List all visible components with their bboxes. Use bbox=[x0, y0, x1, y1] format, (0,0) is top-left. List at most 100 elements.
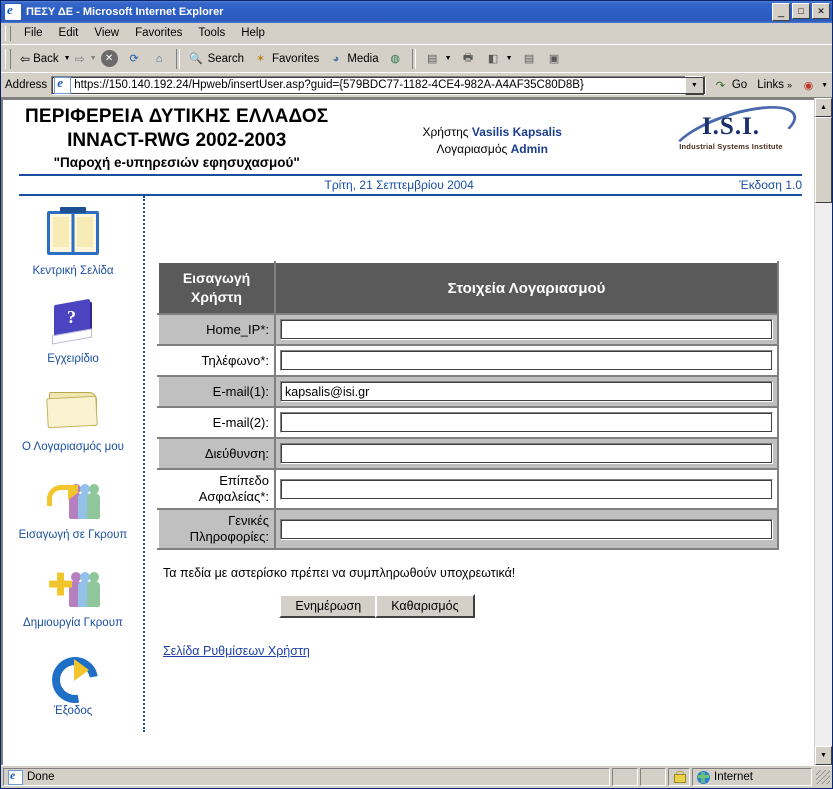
account-name: Admin bbox=[510, 142, 548, 156]
security-level-input[interactable] bbox=[280, 478, 773, 500]
user-form-table: Εισαγωγή Χρήστη Στοιχεία Λογαριασμού Hom… bbox=[157, 261, 779, 550]
history-button[interactable]: ◍ bbox=[383, 48, 408, 69]
web-page: ΠΕΡΙΦΕΡΕΙΑ ΔΥΤΙΚΗΣ ΕΛΛΑΔΟΣ INNACT-RWG 20… bbox=[1, 98, 814, 765]
scrollbar-track[interactable] bbox=[815, 203, 832, 746]
discussion-icon: ▤ bbox=[523, 53, 535, 65]
address-input-field[interactable] bbox=[280, 443, 773, 464]
sidebar-item-home[interactable]: Κεντρική Σελίδα bbox=[3, 204, 143, 278]
submit-button[interactable]: Ενημέρωση bbox=[279, 594, 378, 618]
history-globe-icon: ◍ bbox=[390, 53, 400, 65]
table-row: Γενικές Πληροφορίες: bbox=[157, 508, 779, 550]
address-input[interactable]: https://150.140.192.24/Hpweb/insertUser.… bbox=[74, 79, 685, 91]
links-button[interactable]: Links » bbox=[753, 77, 796, 93]
stop-button[interactable]: ✕ bbox=[97, 48, 122, 69]
resize-grip[interactable] bbox=[816, 770, 830, 784]
go-button[interactable]: ↷ Go bbox=[706, 75, 753, 96]
menu-item-help[interactable]: Help bbox=[233, 25, 273, 41]
maximize-button[interactable]: □ bbox=[792, 3, 810, 19]
sidebar-item-create-group[interactable]: ✚ Δημιουργία Γκρουπ bbox=[3, 556, 143, 630]
table-row: E-mail(2): bbox=[157, 406, 779, 439]
zone-text: Internet bbox=[714, 771, 753, 783]
label-phone: Τηλέφωνο*: bbox=[157, 344, 276, 377]
edit-page-icon: ◧ bbox=[487, 53, 499, 65]
menu-item-edit[interactable]: Edit bbox=[51, 25, 87, 41]
zone-pane: Internet bbox=[692, 768, 812, 786]
forward-dropdown-icon[interactable]: ▼ bbox=[90, 55, 97, 62]
scroll-down-button[interactable]: ▼ bbox=[815, 746, 832, 765]
email-2-input[interactable] bbox=[280, 412, 773, 433]
address-dropdown-icon[interactable]: ▼ bbox=[684, 75, 704, 95]
address-bar: Address https://150.140.192.24/Hpweb/ins… bbox=[1, 72, 832, 97]
mail-dropdown-icon[interactable]: ▼ bbox=[445, 55, 452, 62]
label-general-info: Γενικές Πληροφορίες: bbox=[157, 508, 276, 550]
sidebar-item-add-to-group[interactable]: Εισαγωγή σε Γκρουπ bbox=[3, 468, 143, 542]
toolbar: ⇦ Back ▼ ⇨ ▼ ✕ ⟳ ⌂ 🔍 Search ✶ Favorites … bbox=[1, 44, 832, 72]
status-pane-3 bbox=[640, 768, 666, 786]
field-cell-email-2 bbox=[274, 406, 779, 439]
menu-item-view[interactable]: View bbox=[86, 25, 127, 41]
messenger-icon: ▣ bbox=[548, 53, 560, 65]
menu-bar: File Edit View Favorites Tools Help bbox=[1, 23, 832, 44]
mail-button[interactable]: ▤ ▼ bbox=[420, 48, 456, 69]
forward-button[interactable]: ⇨ bbox=[71, 51, 89, 67]
browser-window: ΠΕΣΥ ΔΕ - Microsoft Internet Explorer _ … bbox=[0, 0, 833, 789]
edit-dropdown-icon[interactable]: ▼ bbox=[506, 55, 513, 62]
close-button[interactable]: ✕ bbox=[812, 3, 830, 19]
acrobat-button[interactable]: ◉ ▼ bbox=[796, 75, 832, 96]
mail-icon: ▤ bbox=[426, 53, 438, 65]
toolbar-grip[interactable] bbox=[5, 48, 11, 69]
vertical-scrollbar[interactable]: ▲ ▼ bbox=[814, 98, 832, 765]
phone-input[interactable] bbox=[280, 350, 773, 371]
logo-block: I.S.I. Industrial Systems Institute bbox=[656, 100, 806, 177]
label-email-2: E-mail(2): bbox=[157, 406, 276, 439]
refresh-button[interactable]: ⟳ bbox=[122, 48, 147, 69]
sidebar-item-my-account[interactable]: Ο Λογαριασμός μου bbox=[3, 380, 143, 454]
site-header: ΠΕΡΙΦΕΡΕΙΑ ΔΥΤΙΚΗΣ ΕΛΛΑΔΟΣ INNACT-RWG 20… bbox=[3, 100, 814, 177]
status-pane-2 bbox=[612, 768, 638, 786]
menu-grip[interactable] bbox=[5, 25, 11, 41]
home-book-icon bbox=[3, 204, 143, 262]
home-ip-input[interactable] bbox=[280, 319, 773, 340]
discuss-button[interactable]: ▤ bbox=[517, 48, 542, 69]
refresh-icon: ⟳ bbox=[129, 53, 139, 65]
site-title-line1: ΠΕΡΙΦΕΡΕΙΑ ΔΥΤΙΚΗΣ ΕΛΛΑΔΟΣ bbox=[25, 106, 329, 127]
sidebar-item-exit[interactable]: Έξοδος bbox=[3, 644, 143, 718]
search-button[interactable]: 🔍 Search bbox=[184, 48, 248, 69]
menu-item-file[interactable]: File bbox=[16, 25, 51, 41]
label-email-1: E-mail(1): bbox=[157, 375, 276, 408]
menu-item-tools[interactable]: Tools bbox=[190, 25, 233, 41]
status-ie-icon bbox=[8, 769, 23, 785]
media-button[interactable]: ◕ Media bbox=[323, 48, 382, 69]
address-label: Address bbox=[5, 79, 48, 91]
acrobat-dropdown-icon[interactable]: ▼ bbox=[821, 82, 828, 89]
address-input-wrapper[interactable]: https://150.140.192.24/Hpweb/insertUser.… bbox=[51, 75, 706, 95]
go-arrow-icon: ↷ bbox=[715, 79, 725, 92]
back-button[interactable]: ⇦ Back bbox=[16, 51, 63, 67]
user-row: Χρήστης Vasilis Kapsalis bbox=[328, 124, 656, 141]
page-icon bbox=[54, 76, 72, 94]
minimize-button[interactable]: _ bbox=[772, 3, 790, 21]
table-row: E-mail(1): bbox=[157, 375, 779, 408]
menu-item-favorites[interactable]: Favorites bbox=[127, 25, 190, 41]
messenger-button[interactable]: ▣ bbox=[542, 48, 567, 69]
table-row: Τηλέφωνο*: bbox=[157, 344, 779, 377]
back-dropdown-icon[interactable]: ▼ bbox=[64, 55, 71, 62]
form-header-right: Στοιχεία Λογαριασμού bbox=[274, 261, 779, 315]
user-settings-link[interactable]: Σελίδα Ρυθμίσεων Χρήστη bbox=[163, 644, 310, 658]
globe-icon bbox=[697, 770, 710, 784]
ie-icon bbox=[4, 3, 22, 21]
logo-main-text: I.S.I. bbox=[701, 113, 761, 140]
general-info-input[interactable] bbox=[280, 518, 773, 540]
scrollbar-thumb[interactable] bbox=[815, 117, 832, 203]
sidebar-item-manual[interactable]: ? Εγχειρίδιο bbox=[3, 292, 143, 366]
email-1-input[interactable] bbox=[280, 381, 773, 402]
print-button[interactable]: 🖶 bbox=[456, 48, 481, 69]
toolbar-separator-2 bbox=[411, 48, 416, 69]
scroll-up-button[interactable]: ▲ bbox=[815, 98, 832, 117]
site-title-line3: "Παροχή e-υπηρεσιών εφησυχασμού" bbox=[53, 155, 300, 170]
sidebar-label-create-group: Δημιουργία Γκρουπ bbox=[23, 617, 123, 629]
favorites-button[interactable]: ✶ Favorites bbox=[248, 48, 323, 69]
home-button[interactable]: ⌂ bbox=[147, 48, 172, 69]
reset-button[interactable]: Καθαρισμός bbox=[375, 594, 475, 618]
edit-button[interactable]: ◧ ▼ bbox=[481, 48, 517, 69]
